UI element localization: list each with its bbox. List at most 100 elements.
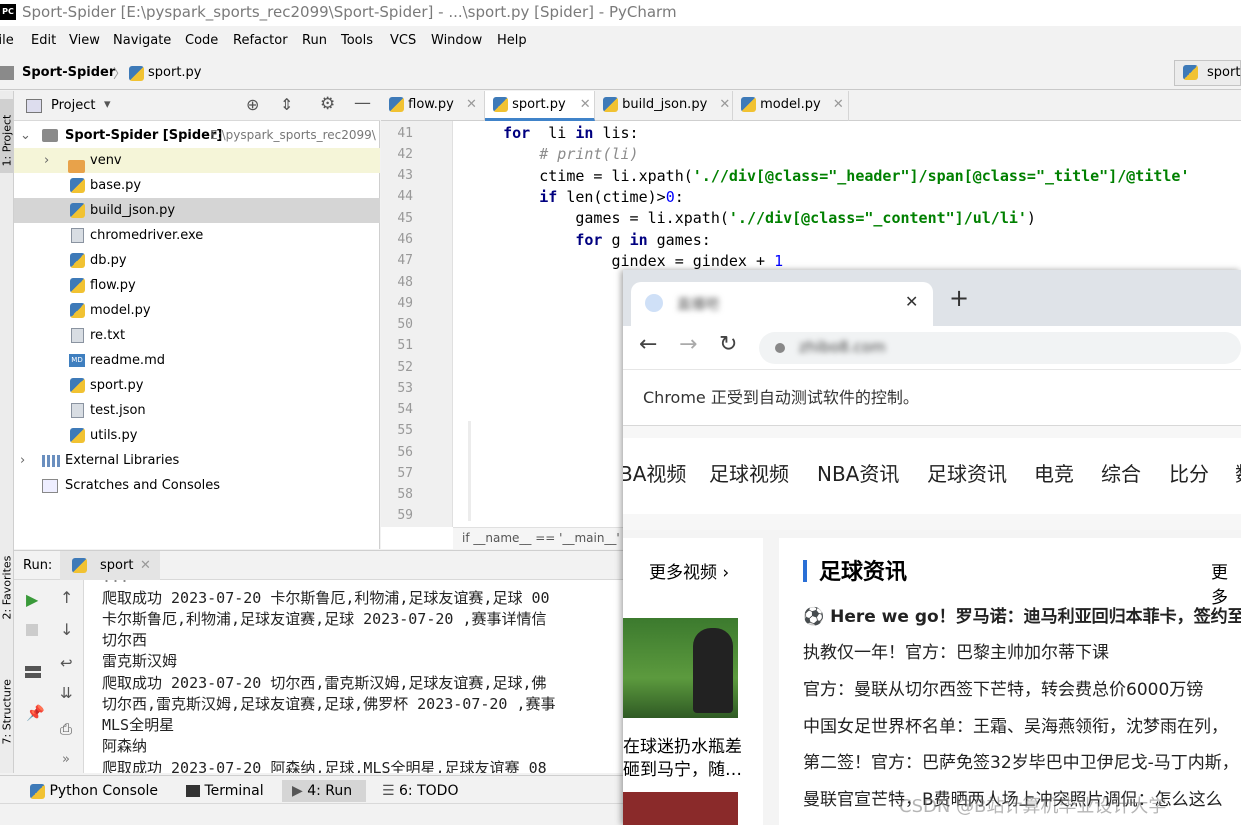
terminal-button[interactable]: Terminal bbox=[186, 780, 264, 802]
video-thumbnail[interactable] bbox=[623, 792, 738, 825]
run-toolbar: ▶ ↑ ↓ ↩ ⇊ 📌 ⎙ » bbox=[14, 580, 84, 773]
line-number: 56 bbox=[397, 445, 413, 460]
line-number: 50 bbox=[397, 317, 413, 332]
tree-item-label: readme.md bbox=[90, 353, 165, 368]
code-line: for g in games: bbox=[575, 230, 711, 249]
close-icon[interactable]: ✕ bbox=[466, 97, 477, 112]
news-item[interactable]: 第二签！官方：巴萨免签32岁毕巴中卫伊尼戈-马丁内斯， bbox=[803, 748, 1239, 773]
tab-build-json-py[interactable]: build_json.py ✕ bbox=[595, 91, 733, 121]
close-icon[interactable]: ✕ bbox=[719, 97, 730, 112]
address-bar[interactable]: zhibo8.com bbox=[759, 332, 1241, 364]
soft-wrap-icon[interactable]: ↩ bbox=[60, 654, 73, 672]
site-nav-item[interactable]: 足球资讯 bbox=[927, 458, 1007, 487]
tree-item-db-py[interactable]: db.py bbox=[14, 248, 380, 273]
close-icon[interactable]: ✕ bbox=[833, 97, 844, 112]
close-icon[interactable]: ✕ bbox=[905, 292, 918, 311]
menu-window[interactable]: Window bbox=[431, 33, 482, 48]
navigation-bar: Sport-Spider 〉 sport.py sport bbox=[0, 58, 1241, 90]
minimize-icon[interactable]: — bbox=[354, 93, 371, 113]
news-item[interactable]: 官方：曼联从切尔西签下芒特，转会费总价6000万镑 bbox=[803, 675, 1203, 700]
more-videos-link[interactable]: 更多视频 › bbox=[649, 558, 729, 583]
back-arrow-icon[interactable]: ← bbox=[639, 332, 657, 357]
tree-item-label: venv bbox=[90, 153, 122, 168]
run-tab-sport[interactable]: sport ✕ bbox=[60, 551, 160, 581]
menu-tools[interactable]: Tools bbox=[341, 33, 373, 48]
locate-icon[interactable]: ⊕ bbox=[246, 95, 259, 114]
close-icon[interactable]: ✕ bbox=[580, 97, 591, 112]
collapse-all-icon[interactable]: ⇕ bbox=[280, 95, 293, 114]
forward-arrow-icon[interactable]: → bbox=[679, 332, 697, 357]
site-nav-item[interactable]: BA视频 bbox=[623, 458, 686, 487]
tab-sport-py[interactable]: sport.py ✕ bbox=[485, 91, 595, 121]
run-tool-button[interactable]: ▶ 4: Run bbox=[282, 780, 366, 802]
video-caption[interactable]: 在球迷扔水瓶差 bbox=[623, 732, 742, 757]
print-icon[interactable]: ⎙ bbox=[60, 720, 72, 738]
site-nav-item[interactable]: NBA资讯 bbox=[817, 458, 899, 487]
news-item[interactable]: 执教仅一年！官方：巴黎主帅加尔蒂下课 bbox=[803, 638, 1109, 663]
section-more-link[interactable]: 更多 bbox=[1211, 558, 1241, 608]
tree-item-re-txt[interactable]: re.txt bbox=[14, 323, 380, 348]
tree-item-venv[interactable]: › venv bbox=[14, 148, 380, 173]
chrome-tab[interactable]: 直播吧 ✕ bbox=[631, 282, 933, 326]
site-nav-item[interactable]: 足球视频 bbox=[709, 458, 789, 487]
down-arrow-icon[interactable]: ↓ bbox=[60, 620, 73, 639]
site-nav-item[interactable]: 电竞 bbox=[1034, 458, 1074, 487]
menu-refactor[interactable]: Refactor bbox=[233, 33, 288, 48]
chevron-down-icon[interactable]: ▾ bbox=[104, 97, 111, 112]
favorites-tool-button[interactable]: 2: Favorites bbox=[0, 546, 14, 626]
pin-icon[interactable]: 📌 bbox=[26, 704, 45, 722]
menu-vcs[interactable]: VCS bbox=[390, 33, 416, 48]
more-icon[interactable]: » bbox=[62, 752, 70, 767]
python-icon bbox=[30, 783, 45, 799]
menu-run[interactable]: Run bbox=[302, 33, 327, 48]
close-icon[interactable]: ✕ bbox=[140, 558, 151, 573]
menu-help[interactable]: Help bbox=[497, 33, 527, 48]
menu-view[interactable]: View bbox=[69, 33, 100, 48]
tree-item-chromedriver[interactable]: chromedriver.exe bbox=[14, 223, 380, 248]
layout-icon[interactable] bbox=[25, 666, 41, 678]
tree-external-libraries[interactable]: › External Libraries bbox=[14, 448, 380, 473]
python-console-button[interactable]: Python Console bbox=[30, 780, 158, 802]
project-panel-title[interactable]: Project bbox=[51, 98, 95, 113]
menu-navigate[interactable]: Navigate bbox=[113, 33, 171, 48]
run-icon[interactable]: ▶ bbox=[26, 590, 38, 609]
python-file-icon bbox=[70, 423, 85, 448]
project-tool-button[interactable]: 1: Project bbox=[0, 99, 14, 173]
gear-icon[interactable]: ⚙ bbox=[320, 94, 335, 114]
run-config-selector[interactable]: sport bbox=[1174, 60, 1241, 86]
video-caption[interactable]: 砸到马宁，随… bbox=[623, 755, 742, 780]
scroll-to-end-icon[interactable]: ⇊ bbox=[60, 684, 73, 702]
tree-item-label: build_json.py bbox=[90, 203, 176, 218]
nav-file[interactable]: sport.py bbox=[148, 65, 202, 80]
tree-item-build-json-py[interactable]: build_json.py bbox=[14, 198, 380, 223]
menu-edit[interactable]: Edit bbox=[31, 33, 56, 48]
up-arrow-icon[interactable]: ↑ bbox=[60, 588, 73, 607]
tree-item-sport-py[interactable]: sport.py bbox=[14, 373, 380, 398]
nav-project[interactable]: Sport-Spider bbox=[22, 65, 115, 80]
tree-item-model-py[interactable]: model.py bbox=[14, 298, 380, 323]
site-nav-item[interactable]: 综合 bbox=[1101, 458, 1141, 487]
todo-button[interactable]: ☰ 6: TODO bbox=[382, 780, 458, 802]
structure-tool-button[interactable]: 7: Structure bbox=[0, 671, 14, 751]
tree-root[interactable]: ⌄ Sport-Spider [Spider] E:\pyspark_sport… bbox=[14, 123, 380, 148]
tree-item-base-py[interactable]: base.py bbox=[14, 173, 380, 198]
tree-item-test-json[interactable]: test.json bbox=[14, 398, 380, 423]
video-card: 更多视频 › 在球迷扔水瓶差 砸到马宁，随… bbox=[623, 538, 763, 825]
tree-item-utils-py[interactable]: utils.py bbox=[14, 423, 380, 448]
tree-item-flow-py[interactable]: flow.py bbox=[14, 273, 380, 298]
video-thumbnail[interactable] bbox=[623, 618, 738, 718]
tab-flow-py[interactable]: flow.py ✕ bbox=[381, 91, 485, 121]
tree-item-readme-md[interactable]: MD readme.md bbox=[14, 348, 380, 373]
news-item[interactable]: ⚽ Here we go！罗马诺：迪马利亚回归本菲卡，签约至 bbox=[803, 602, 1241, 627]
reload-icon[interactable]: ↻ bbox=[719, 332, 737, 357]
new-tab-icon[interactable]: + bbox=[949, 284, 969, 312]
menu-file[interactable]: File bbox=[0, 33, 14, 48]
news-item[interactable]: 中国女足世界杯名单：王霜、吴海燕领衔，沈梦雨在列， bbox=[803, 712, 1228, 737]
stop-icon[interactable] bbox=[26, 624, 38, 636]
menu-code[interactable]: Code bbox=[185, 33, 218, 48]
tab-model-py[interactable]: model.py ✕ bbox=[733, 91, 849, 121]
tree-scratches[interactable]: Scratches and Consoles bbox=[14, 473, 380, 498]
referee-figure bbox=[693, 628, 733, 713]
site-nav-item[interactable]: 比分 bbox=[1169, 458, 1209, 487]
site-nav-item[interactable]: 数 bbox=[1235, 458, 1241, 487]
